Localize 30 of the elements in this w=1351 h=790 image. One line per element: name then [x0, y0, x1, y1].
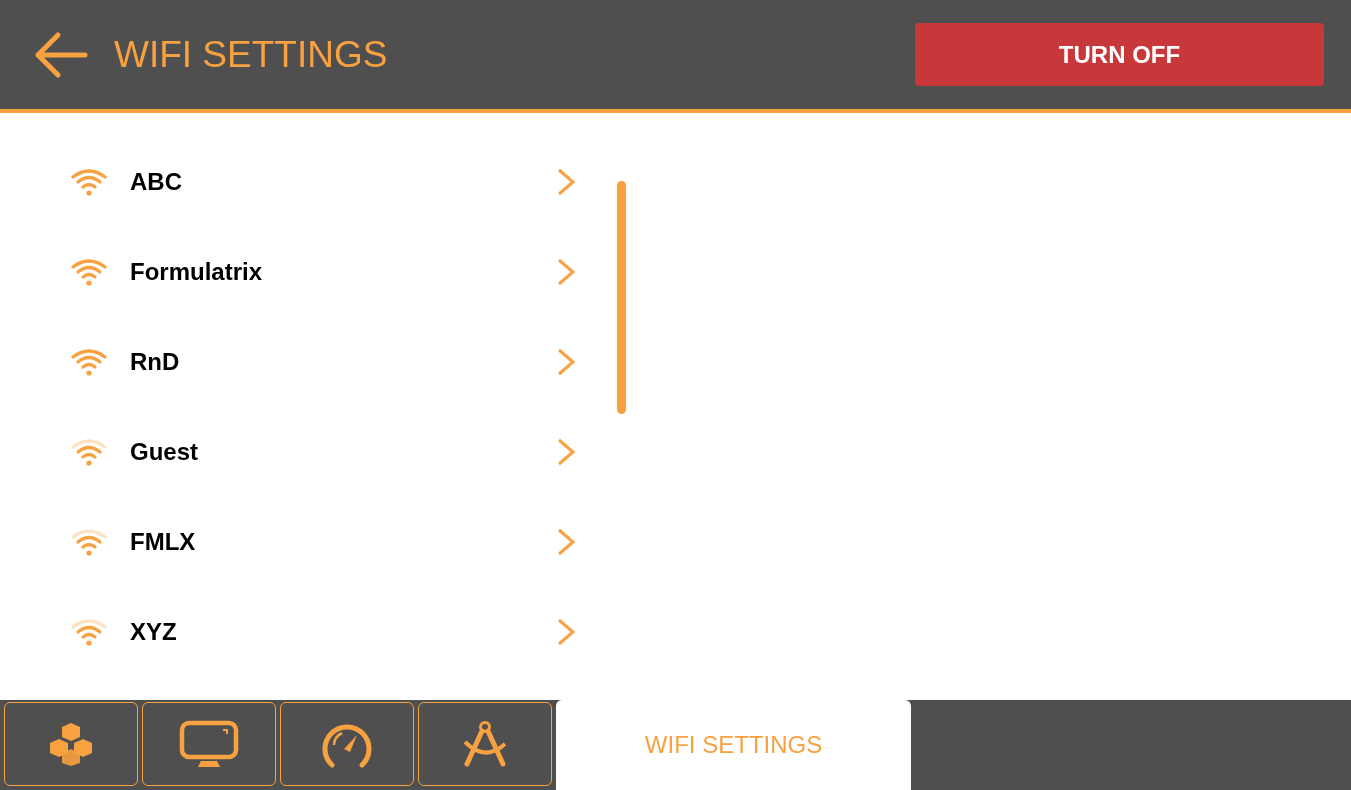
- network-name: Guest: [130, 437, 198, 467]
- icon-tab[interactable]: [418, 702, 552, 786]
- chevron-icon: [556, 618, 576, 646]
- network-name: XYZ: [130, 617, 177, 647]
- monitor-icon: [179, 720, 239, 768]
- icon-tab[interactable]: [4, 702, 138, 786]
- network-name: FMLX: [130, 527, 196, 557]
- network-name: RnD: [130, 347, 180, 377]
- back-button[interactable]: [34, 30, 88, 79]
- chevron-icon: [556, 348, 576, 376]
- network-item[interactable]: Formulatrix: [70, 250, 590, 340]
- page-title: WIFI SETTINGS: [114, 32, 388, 77]
- network-item[interactable]: RnD: [70, 340, 590, 430]
- network-item[interactable]: ABC: [70, 160, 590, 250]
- network-item[interactable]: XYZ: [70, 610, 590, 700]
- chevron-icon: [556, 438, 576, 466]
- back-arrow-icon: [34, 30, 88, 79]
- icon-tab[interactable]: [142, 702, 276, 786]
- icon-tab[interactable]: [280, 702, 414, 786]
- cubes-icon: [47, 722, 95, 766]
- chevron-icon: [556, 168, 576, 196]
- chevron-icon: [556, 528, 576, 556]
- network-item[interactable]: Guest: [70, 430, 590, 520]
- chevron-icon: [556, 258, 576, 286]
- network-name: ABC: [130, 167, 182, 197]
- network-item[interactable]: FMLX: [70, 520, 590, 610]
- scrollbar[interactable]: [617, 181, 626, 414]
- turn-off-button[interactable]: TURN OFF: [915, 23, 1324, 86]
- network-name: Formulatrix: [130, 257, 263, 287]
- compass-icon: [461, 720, 509, 768]
